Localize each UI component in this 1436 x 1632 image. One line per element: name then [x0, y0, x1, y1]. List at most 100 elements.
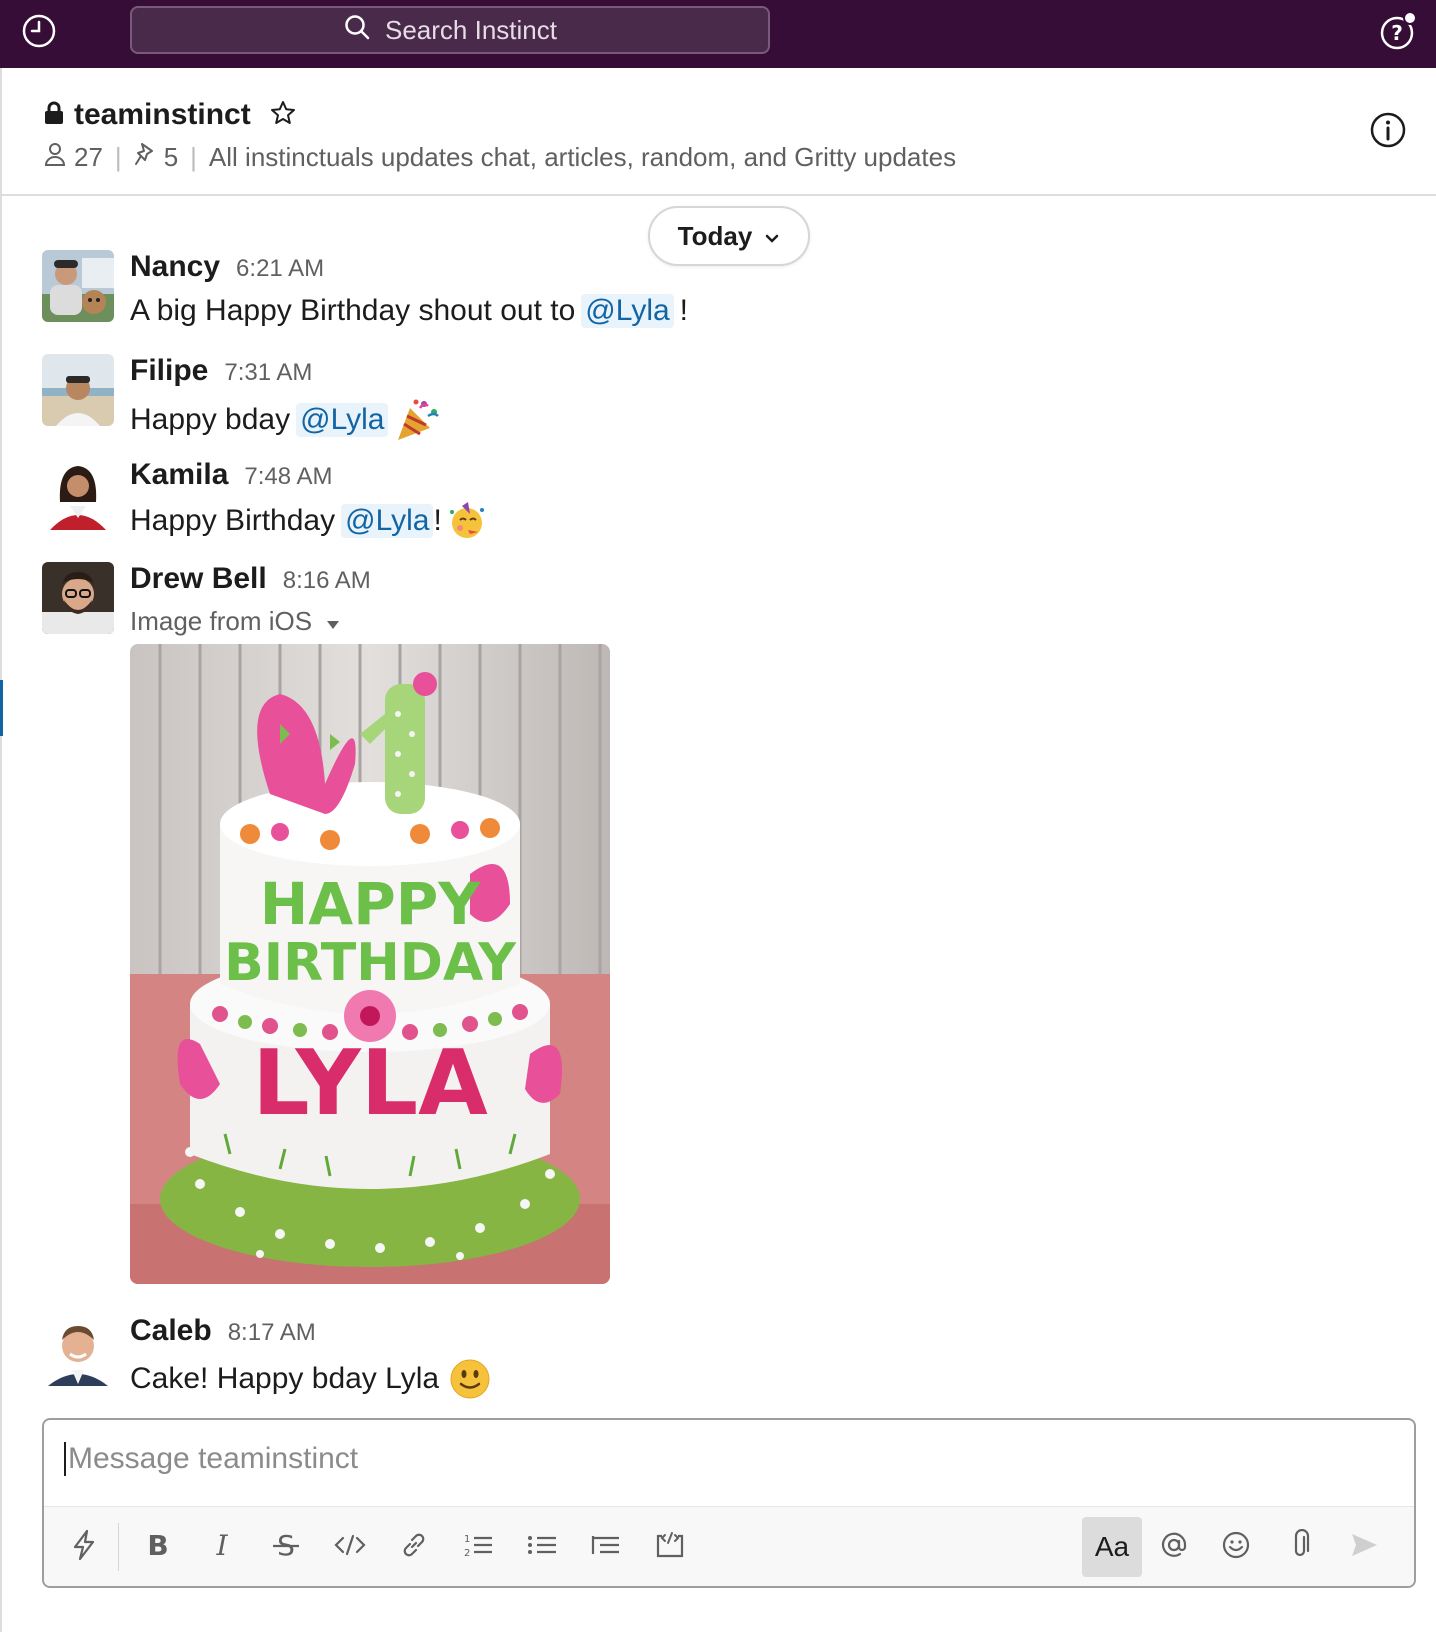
formatting-toggle-label: Aa	[1094, 1531, 1130, 1562]
formatting-toggle-button[interactable]: Aa	[1082, 1517, 1142, 1577]
pins-button[interactable]: 5	[134, 142, 178, 173]
message-author[interactable]: Caleb	[130, 1314, 212, 1348]
bulleted-list-button[interactable]	[512, 1517, 572, 1577]
paperclip-icon	[1288, 1528, 1312, 1566]
code-icon	[334, 1533, 366, 1562]
blockquote-button[interactable]	[576, 1517, 636, 1577]
svg-text:2: 2	[464, 1548, 470, 1559]
pin-icon	[134, 142, 156, 173]
blockquote-icon	[590, 1531, 622, 1564]
user-mention[interactable]: @Lyla	[296, 403, 389, 437]
send-icon	[1349, 1531, 1379, 1564]
help-icon: ?	[1379, 11, 1417, 51]
slightly-smiling-face-icon	[449, 1358, 491, 1400]
avatar[interactable]	[42, 458, 114, 530]
smiley-icon	[1221, 1530, 1251, 1565]
shortcuts-button[interactable]	[54, 1517, 114, 1577]
link-icon	[399, 1530, 429, 1565]
at-sign-icon	[1159, 1530, 1189, 1565]
cake-birthday-text: BIRTHDAY	[224, 933, 517, 993]
message-text-part: Happy Birthday	[130, 504, 336, 537]
user-mention[interactable]: @Lyla	[341, 504, 434, 538]
member-count: 27	[74, 142, 103, 172]
code-block-button[interactable]	[640, 1517, 700, 1577]
emoji-button[interactable]	[1206, 1517, 1266, 1577]
message-composer: Message teaminstinct B I S 12 Aa	[42, 1418, 1416, 1588]
code-button[interactable]	[320, 1517, 380, 1577]
message-timestamp[interactable]: 8:17 AM	[228, 1319, 316, 1347]
message-timestamp[interactable]: 6:21 AM	[236, 255, 324, 283]
info-icon	[1369, 111, 1407, 154]
party-popper-icon	[394, 398, 440, 442]
message-text: Happy Birthday @Lyla !	[130, 502, 486, 540]
message-body: Drew Bell 8:16 AM Image from iOS	[130, 562, 371, 637]
strikethrough-button[interactable]: S	[256, 1517, 316, 1577]
message-timestamp[interactable]: 8:16 AM	[283, 567, 371, 595]
message-header: Nancy 6:21 AM	[130, 250, 688, 286]
clock-icon	[21, 13, 57, 54]
channel-topic[interactable]: All instinctuals updates chat, articles,…	[209, 142, 956, 173]
search-icon	[343, 13, 371, 48]
link-button[interactable]	[384, 1517, 444, 1577]
caret-down-icon	[326, 606, 340, 637]
help-button[interactable]: ?	[1374, 10, 1420, 56]
left-accent	[0, 680, 3, 736]
chevron-down-icon	[764, 221, 780, 252]
send-button[interactable]	[1334, 1517, 1394, 1577]
file-title-button[interactable]: Image from iOS	[130, 606, 371, 637]
avatar[interactable]	[42, 562, 114, 634]
message-body: Caleb 8:17 AM Cake! Happy bday Lyla	[130, 1314, 491, 1400]
avatar[interactable]	[42, 250, 114, 322]
avatar[interactable]	[42, 354, 114, 426]
attach-file-button[interactable]	[1270, 1517, 1330, 1577]
message-author[interactable]: Drew Bell	[130, 562, 267, 596]
pinned-count: 5	[163, 142, 179, 172]
svg-text:B: B	[147, 1531, 168, 1559]
message-text: Happy bday @Lyla	[130, 398, 440, 442]
meta-divider: |	[190, 142, 197, 172]
ordered-list-button[interactable]: 12	[448, 1517, 508, 1577]
top-bar: Search Instinct ?	[0, 0, 1436, 68]
cake-name-text: LYLA	[252, 1031, 488, 1136]
mention-button[interactable]	[1144, 1517, 1204, 1577]
italic-button[interactable]: I	[192, 1517, 252, 1577]
history-button[interactable]	[18, 12, 60, 54]
channel-name[interactable]: teaminstinct	[74, 98, 251, 132]
message-author[interactable]: Kamila	[130, 458, 228, 492]
channel-details-button[interactable]	[1368, 112, 1408, 152]
message-author[interactable]: Filipe	[130, 354, 208, 388]
message-body: Kamila 7:48 AM Happy Birthday @Lyla !	[130, 458, 486, 540]
channel-header: teaminstinct 27 | 5 | All instinctuals u…	[2, 68, 1436, 196]
code-block-icon	[654, 1530, 686, 1565]
meta-divider: |	[114, 142, 122, 172]
svg-text:1: 1	[464, 1534, 470, 1545]
search-input[interactable]: Search Instinct	[130, 6, 770, 54]
person-icon	[44, 142, 66, 173]
message-body: Filipe 7:31 AM Happy bday @Lyla	[130, 354, 440, 442]
message-body: Nancy 6:21 AM A big Happy Birthday shout…	[130, 250, 688, 328]
cake-image[interactable]: HAPPY BIRTHDAY LYLA	[130, 644, 610, 1284]
date-divider-label: Today	[677, 220, 753, 251]
partying-face-icon	[448, 502, 486, 540]
search-placeholder: Search Instinct	[385, 14, 557, 45]
bulleted-list-icon	[526, 1531, 558, 1564]
message-text-part: !	[679, 294, 689, 327]
message-header: Filipe 7:31 AM	[130, 354, 440, 390]
channel-title-row: teaminstinct	[44, 98, 297, 132]
text-caret	[64, 1442, 66, 1476]
strikethrough-icon: S	[271, 1529, 301, 1564]
message-text-part: Cake! Happy bday Lyla	[130, 1362, 440, 1395]
user-mention[interactable]: @Lyla	[581, 294, 674, 328]
message-text-part: A big Happy Birthday shout out to	[130, 294, 576, 327]
message-text-part: Happy bday	[130, 403, 291, 436]
cake-happy-text: HAPPY	[260, 870, 481, 938]
message-timestamp[interactable]: 7:48 AM	[244, 463, 332, 491]
members-button[interactable]: 27	[44, 142, 103, 173]
avatar[interactable]	[42, 1314, 114, 1386]
message-timestamp[interactable]: 7:31 AM	[224, 359, 312, 387]
message-author[interactable]: Nancy	[130, 250, 220, 284]
message-input[interactable]: Message teaminstinct	[64, 1442, 358, 1476]
star-icon[interactable]	[269, 99, 297, 132]
channel-meta: 27 | 5 | All instinctuals updates chat, …	[44, 142, 956, 173]
bold-button[interactable]: B	[128, 1517, 188, 1577]
